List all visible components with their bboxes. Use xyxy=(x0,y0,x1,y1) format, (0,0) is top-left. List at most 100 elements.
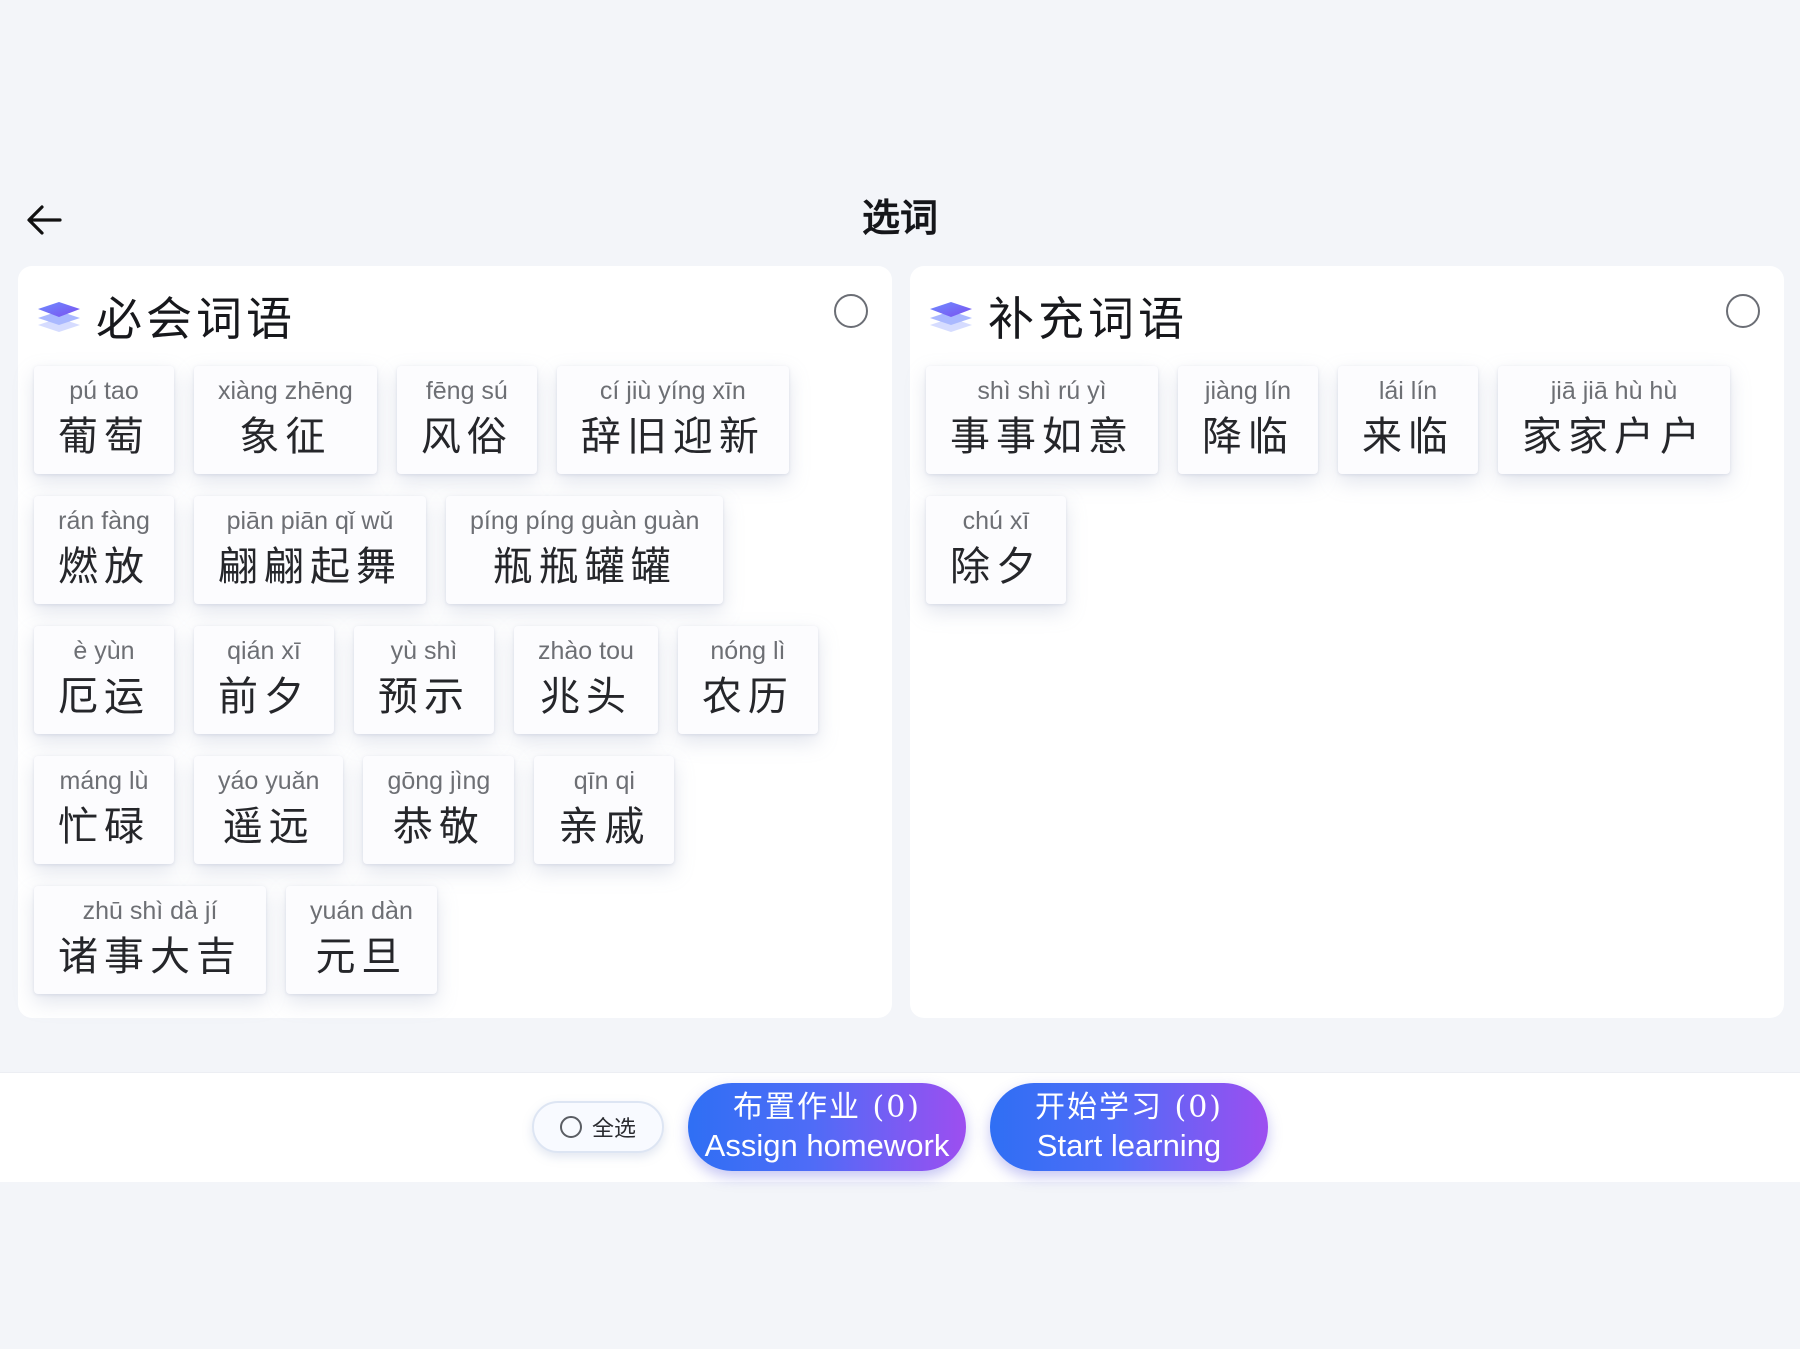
word-card[interactable]: cí jiù yíng xīn 辞旧迎新 xyxy=(556,366,789,474)
word-pinyin: yuán dàn xyxy=(310,897,413,925)
word-hanzi: 预示 xyxy=(378,674,470,720)
required-words-panel: 必会词语 pú tao 葡萄 xiàng zhēng 象征 fēng sú 风俗 cí ji… xyxy=(18,266,892,1018)
word-card[interactable]: gōng jìng 恭敬 xyxy=(363,756,515,864)
bottom-action-bar: 全选 布置作业 (0) Assign homework 开始学习 (0) Sta… xyxy=(0,1072,1800,1182)
panel-title: 补充词语 xyxy=(988,292,1188,346)
word-pinyin: shì shì rú yì xyxy=(977,377,1107,405)
start-learning-label-zh: 开始学习 (0) xyxy=(1034,1090,1224,1125)
start-learning-label-en: Start learning xyxy=(1036,1128,1222,1163)
word-pinyin: cí jiù yíng xīn xyxy=(599,377,746,405)
assign-homework-button[interactable]: 布置作业 (0) Assign homework xyxy=(688,1083,966,1171)
layers-icon xyxy=(38,302,80,332)
word-pinyin: zhū shì dà jí xyxy=(82,897,218,925)
radio-circle-icon xyxy=(559,1116,582,1138)
word-card[interactable]: qián xī 前夕 xyxy=(194,626,334,734)
word-card[interactable]: chú xī 除夕 xyxy=(926,496,1066,604)
word-card-row: chú xī 除夕 xyxy=(926,496,1768,604)
word-card[interactable]: shì shì rú yì 事事如意 xyxy=(926,366,1158,474)
word-hanzi: 事事如意 xyxy=(950,414,1134,460)
word-pinyin: yù shì xyxy=(390,637,458,665)
word-card[interactable]: xiàng zhēng 象征 xyxy=(194,366,377,474)
word-pinyin: fēng sú xyxy=(425,377,508,405)
assign-homework-label-zh: 布置作业 (0) xyxy=(732,1090,922,1125)
word-hanzi: 前夕 xyxy=(218,674,310,720)
select-all-label: 全选 xyxy=(591,1117,636,1142)
word-card[interactable]: jiàng lín 降临 xyxy=(1178,366,1318,474)
word-card[interactable]: nóng lì 农历 xyxy=(677,626,818,734)
word-card[interactable]: yáo yuǎn 遥远 xyxy=(194,756,344,864)
word-card[interactable]: yù shì 预示 xyxy=(354,626,494,734)
word-card[interactable]: jiā jiā hù hù 家家户户 xyxy=(1498,366,1730,474)
word-pinyin: rán fàng xyxy=(58,507,150,535)
word-card[interactable]: máng lù 忙碌 xyxy=(34,756,174,864)
word-hanzi: 燃放 xyxy=(58,544,150,590)
page-header: 选词 xyxy=(0,180,1800,260)
panel-header: 必会词语 xyxy=(36,284,296,348)
word-hanzi: 降临 xyxy=(1202,414,1294,460)
word-hanzi: 家家户户 xyxy=(1522,414,1706,460)
word-pinyin: qián xī xyxy=(227,637,301,665)
word-card[interactable]: píng píng guàn guàn 瓶瓶罐罐 xyxy=(446,496,724,604)
word-hanzi: 诸事大吉 xyxy=(58,934,242,980)
supplementary-words-panel: 补充词语 shì shì rú yì 事事如意 jiàng lín 降临 lái lín… xyxy=(910,266,1784,1018)
word-card-list: shì shì rú yì 事事如意 jiàng lín 降临 lái lín 来临 jiā… xyxy=(926,366,1768,626)
word-hanzi: 亲戚 xyxy=(558,804,651,850)
layers-icon xyxy=(930,302,972,332)
word-card[interactable]: è yùn 厄运 xyxy=(34,626,174,734)
word-pinyin: nóng lì xyxy=(710,637,786,665)
word-card[interactable]: zhào tou 兆头 xyxy=(514,626,658,734)
word-hanzi: 厄运 xyxy=(58,674,150,720)
word-card-row: rán fàng 燃放 piān piān qǐ wǔ 翩翩起舞 píng píng g… xyxy=(34,496,876,604)
word-hanzi: 葡萄 xyxy=(58,414,150,460)
word-card[interactable]: fēng sú 风俗 xyxy=(396,366,537,474)
word-pinyin: jiàng lín xyxy=(1204,377,1292,405)
word-hanzi: 农历 xyxy=(701,674,794,720)
word-card-row: shì shì rú yì 事事如意 jiàng lín 降临 lái lín 来临 jiā… xyxy=(926,366,1768,474)
word-card[interactable]: pú tao 葡萄 xyxy=(34,366,174,474)
word-hanzi: 象征 xyxy=(239,414,332,460)
word-hanzi: 元旦 xyxy=(315,934,408,980)
assign-homework-label-en: Assign homework xyxy=(704,1128,950,1163)
word-card-row: zhū shì dà jí 诸事大吉 yuán dàn 元旦 xyxy=(34,886,876,994)
word-card[interactable]: piān piān qǐ wǔ 翩翩起舞 xyxy=(194,496,426,604)
word-hanzi: 忙碌 xyxy=(58,804,150,850)
word-card[interactable]: zhū shì dà jí 诸事大吉 xyxy=(34,886,266,994)
panel-header: 补充词语 xyxy=(928,284,1188,348)
select-panel-radio[interactable] xyxy=(1726,294,1760,328)
word-hanzi: 来临 xyxy=(1362,414,1454,460)
word-card-row: è yùn 厄运 qián xī 前夕 yù shì 预示 zhào tou 兆头 nóng l… xyxy=(34,626,876,734)
word-hanzi: 瓶瓶罐罐 xyxy=(492,544,677,590)
word-hanzi: 兆头 xyxy=(539,674,632,720)
word-card-row: máng lù 忙碌 yáo yuǎn 遥远 gōng jìng 恭敬 qīn qi 亲戚 xyxy=(34,756,876,864)
word-pinyin: píng píng guàn guàn xyxy=(470,507,700,535)
panel-title: 必会词语 xyxy=(96,292,296,346)
word-pinyin: yáo yuǎn xyxy=(218,767,320,795)
word-pinyin: lái lín xyxy=(1378,377,1438,405)
word-pinyin: máng lù xyxy=(59,767,149,795)
word-hanzi: 除夕 xyxy=(950,544,1042,590)
word-pinyin: gōng jìng xyxy=(387,767,491,795)
page-title: 选词 xyxy=(861,195,938,240)
word-pinyin: piān piān qǐ wǔ xyxy=(226,507,394,535)
word-hanzi: 遥远 xyxy=(222,804,315,850)
word-hanzi: 恭敬 xyxy=(392,804,485,850)
word-card[interactable]: yuán dàn 元旦 xyxy=(286,886,437,994)
word-pinyin: è yùn xyxy=(73,637,135,665)
word-hanzi: 翩翩起舞 xyxy=(218,544,402,590)
word-pinyin: jiā jiā hù hù xyxy=(1550,377,1678,405)
word-pinyin: pú tao xyxy=(69,377,139,405)
select-all-toggle[interactable]: 全选 xyxy=(532,1101,664,1153)
word-pinyin: xiàng zhēng xyxy=(218,377,353,405)
word-card-list: pú tao 葡萄 xiàng zhēng 象征 fēng sú 风俗 cí jiù yín… xyxy=(34,366,876,1016)
word-hanzi: 风俗 xyxy=(420,414,513,460)
word-pinyin: zhào tou xyxy=(538,637,634,665)
word-card-row: pú tao 葡萄 xiàng zhēng 象征 fēng sú 风俗 cí jiù yín… xyxy=(34,366,876,474)
word-pinyin: chú xī xyxy=(962,507,1030,535)
start-learning-button[interactable]: 开始学习 (0) Start learning xyxy=(990,1083,1268,1171)
word-card[interactable]: lái lín 来临 xyxy=(1338,366,1478,474)
word-card[interactable]: rán fàng 燃放 xyxy=(34,496,174,604)
select-panel-radio[interactable] xyxy=(834,294,868,328)
word-card[interactable]: qīn qi 亲戚 xyxy=(534,756,675,864)
word-hanzi: 辞旧迎新 xyxy=(580,414,765,460)
word-pinyin: qīn qi xyxy=(573,767,635,795)
